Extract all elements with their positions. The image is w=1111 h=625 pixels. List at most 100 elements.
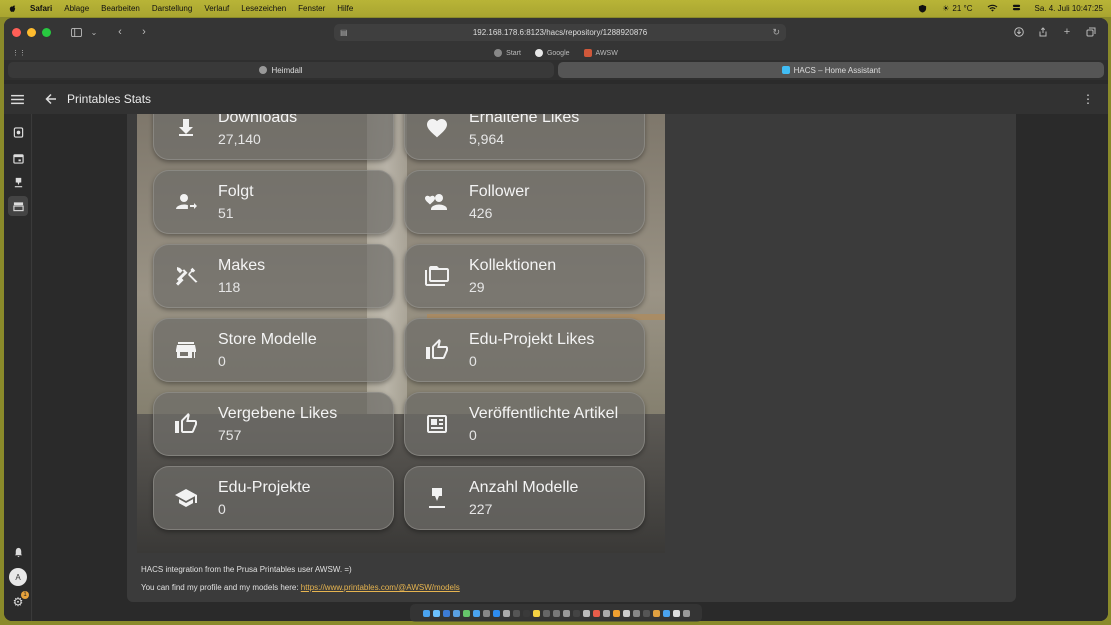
repository-content: Downloads 27,140 Erhaltene Likes 5,964 Fol…: [33, 114, 1108, 621]
sidebar-item-1[interactable]: [8, 122, 28, 142]
bell-icon: [14, 547, 22, 557]
download-icon[interactable]: [1010, 23, 1028, 41]
tile-anzahl-modelle: Anzahl Modelle 227: [404, 466, 645, 530]
dock-app-icon[interactable]: [652, 609, 660, 617]
dock-app-icon[interactable]: [612, 609, 620, 617]
menu-fenster[interactable]: Fenster: [298, 4, 325, 13]
arrow-back-icon[interactable]: [45, 93, 57, 105]
finder-icon[interactable]: [422, 609, 430, 617]
tile-value: 51: [218, 205, 234, 221]
background-photo: Downloads 27,140 Erhaltene Likes 5,964 Fol…: [137, 114, 665, 553]
dock-app-icon[interactable]: [662, 609, 670, 617]
dock-app-icon[interactable]: [472, 609, 480, 617]
sidebar-item-calendar[interactable]: [8, 148, 28, 168]
sidebar-item-hacs[interactable]: [8, 196, 28, 216]
tile-label: Veröffentlichte Artikel: [469, 405, 619, 422]
hacs-icon: [12, 201, 24, 211]
tile-label: Makes: [218, 257, 266, 274]
dock-app-icon[interactable]: [502, 609, 510, 617]
control-center-icon[interactable]: [1012, 3, 1021, 14]
dock-app-icon[interactable]: [482, 609, 490, 617]
menu-ablage[interactable]: Ablage: [64, 4, 89, 13]
tile-label: Store Modelle: [218, 331, 317, 348]
dock-app-icon[interactable]: [512, 609, 520, 617]
readme-profile-line: You can find my profile and my models he…: [141, 583, 460, 592]
forward-button[interactable]: ›: [135, 23, 153, 41]
tile-value: 5,964: [469, 131, 505, 147]
dock-app-icon[interactable]: [572, 609, 580, 617]
tile-folgt: Folgt 51: [153, 170, 394, 234]
new-tab-icon[interactable]: +: [1058, 23, 1076, 41]
dock-app-icon[interactable]: [442, 609, 450, 617]
weather-status[interactable]: ☀ 21 °C: [942, 4, 972, 13]
tile-label: Downloads: [218, 114, 298, 126]
close-window-button[interactable]: [12, 27, 21, 37]
trash-icon[interactable]: [682, 609, 690, 617]
tab-heimdall[interactable]: Heimdall: [8, 62, 554, 78]
dock-app-icon[interactable]: [532, 609, 540, 617]
chevron-down-icon[interactable]: ⌄: [85, 23, 103, 41]
zoom-window-button[interactable]: [42, 27, 51, 37]
favorite-google[interactable]: Google: [534, 49, 570, 57]
shield-icon[interactable]: [918, 4, 928, 13]
menu-bearbeiten[interactable]: Bearbeiten: [101, 4, 140, 13]
settings-badge: 1: [21, 591, 29, 599]
notifications-button[interactable]: [8, 542, 28, 562]
dock-app-icon[interactable]: [492, 609, 500, 617]
apple-icon[interactable]: [8, 4, 18, 14]
tab-hacs[interactable]: HACS – Home Assistant: [558, 62, 1104, 78]
menu-lesezeichen[interactable]: Lesezeichen: [241, 4, 286, 13]
awsw-icon: [583, 49, 592, 57]
settings-button[interactable]: ⚙ 1: [8, 591, 29, 612]
tab-overview-icon[interactable]: [1082, 23, 1100, 41]
store-icon: [154, 318, 218, 382]
dock-app-icon[interactable]: [672, 609, 680, 617]
dock-app-icon[interactable]: [452, 609, 460, 617]
favorite-start[interactable]: Start: [494, 49, 521, 57]
tile-value: 27,140: [218, 131, 261, 147]
dock-app-icon[interactable]: [432, 609, 440, 617]
reload-icon[interactable]: ↻: [772, 27, 780, 38]
profile-link[interactable]: https://www.printables.com/@AWSW/models: [301, 583, 460, 592]
dock-app-icon[interactable]: [552, 609, 560, 617]
more-vertical-icon[interactable]: ⋮: [1082, 92, 1094, 106]
printer-3d-nozzle-icon: [405, 466, 469, 530]
heart-icon: [405, 114, 469, 160]
tile-label: Anzahl Modelle: [469, 479, 579, 496]
tile-value: 227: [469, 501, 493, 517]
sidebar-item-printer[interactable]: [8, 172, 28, 192]
dock-app-icon[interactable]: [462, 609, 470, 617]
dock-app-icon[interactable]: [562, 609, 570, 617]
dock-app-icon[interactable]: [602, 609, 610, 617]
dock-app-icon[interactable]: [622, 609, 630, 617]
avatar[interactable]: A: [9, 568, 27, 586]
dock-app-icon[interactable]: [592, 609, 600, 617]
favorite-label: Start: [506, 49, 521, 57]
menu-darstellung[interactable]: Darstellung: [152, 4, 192, 13]
page-title: Printables Stats: [67, 92, 152, 106]
tile-label: Kollektionen: [469, 257, 557, 274]
menu-verlauf[interactable]: Verlauf: [204, 4, 229, 13]
favorite-awsw[interactable]: AWSW: [583, 49, 618, 57]
avatar-letter: A: [15, 572, 21, 582]
share-icon[interactable]: [1034, 23, 1052, 41]
wifi-icon[interactable]: [987, 4, 998, 14]
dock-app-icon[interactable]: [642, 609, 650, 617]
calendar-icon: [12, 153, 24, 164]
dock-app-icon[interactable]: [582, 609, 590, 617]
address-bar[interactable]: ▤ 192.168.178.6:8123/hacs/repository/128…: [334, 24, 786, 41]
dock-app-icon[interactable]: [522, 609, 530, 617]
minimize-window-button[interactable]: [27, 27, 36, 37]
tile-vergebene-likes: Vergebene Likes 757: [153, 392, 394, 456]
grid-icon[interactable]: ⋮⋮: [12, 49, 26, 57]
dock-app-icon[interactable]: [632, 609, 640, 617]
menu-hilfe[interactable]: Hilfe: [337, 4, 353, 13]
favorites-bar: ⋮⋮ Start Google AWSW: [4, 46, 1108, 60]
page-settings-icon[interactable]: ▤: [340, 28, 348, 37]
clock-datetime[interactable]: Sa. 4. Juli 10:47:25: [1035, 4, 1104, 13]
back-button[interactable]: ‹: [111, 23, 129, 41]
dock-app-icon[interactable]: [542, 609, 550, 617]
sidebar-toggle-icon[interactable]: [67, 23, 85, 41]
menu-app-name[interactable]: Safari: [30, 4, 52, 13]
menu-icon[interactable]: [11, 92, 25, 106]
